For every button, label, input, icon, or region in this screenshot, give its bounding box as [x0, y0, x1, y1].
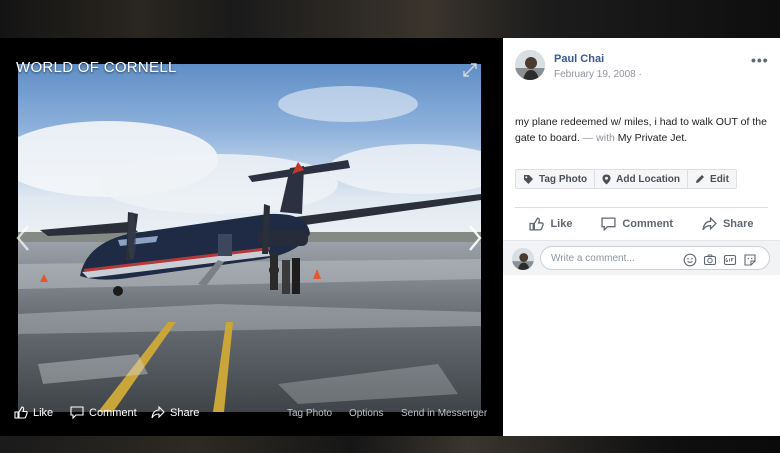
author-avatar[interactable]: [515, 50, 545, 80]
like-button[interactable]: Like: [529, 217, 572, 231]
share-arrow-icon: [702, 217, 717, 231]
camera-icon[interactable]: [703, 253, 717, 267]
speech-bubble-icon: [601, 217, 616, 231]
background-blur-top: [0, 0, 780, 38]
edit-button[interactable]: Edit: [688, 170, 736, 188]
share-arrow-icon: [151, 406, 165, 419]
speech-bubble-icon: [70, 406, 84, 419]
post-action-row: Like Comment Share: [515, 210, 768, 238]
sticker-icon[interactable]: [743, 253, 757, 267]
pencil-icon: [696, 175, 705, 183]
thumbs-up-icon: [14, 406, 28, 419]
divider-top: [515, 207, 768, 208]
with-prefix: — with: [579, 132, 618, 144]
share-label: Share: [722, 218, 754, 230]
post-date-text: February 19, 2008: [554, 69, 636, 80]
plane-photo-image: [18, 64, 481, 412]
send-in-messenger-link[interactable]: Send in Messenger: [401, 408, 487, 419]
photo-comment-button[interactable]: Comment: [70, 406, 137, 419]
commenter-avatar: [512, 248, 534, 270]
add-location-button[interactable]: Add Location: [595, 170, 689, 188]
chevron-left-icon[interactable]: [14, 224, 32, 252]
comment-tools: [683, 253, 757, 267]
share-button[interactable]: Share: [702, 217, 754, 231]
gif-icon[interactable]: [723, 253, 737, 267]
comment-button[interactable]: Comment: [601, 217, 673, 231]
tagged-user-link[interactable]: My Private Jet: [618, 132, 685, 144]
tag-photo-label: Tag Photo: [539, 173, 588, 185]
photo[interactable]: [18, 64, 481, 412]
photo-like-button[interactable]: Like: [14, 406, 53, 419]
smiley-icon[interactable]: [683, 253, 697, 267]
post-sidebar: Paul Chai February 19, 2008 · ••• my pla…: [503, 38, 780, 436]
author-name[interactable]: Paul Chai: [554, 53, 604, 65]
more-options-button[interactable]: •••: [751, 52, 769, 68]
photo-share-button[interactable]: Share: [151, 406, 199, 419]
album-title[interactable]: WORLD OF CORNELL: [16, 59, 177, 76]
photo-action-bar: Like Comment Share Tag Photo Options Sen…: [0, 400, 503, 424]
comment-label: Comment: [622, 218, 674, 230]
expand-icon[interactable]: [462, 62, 478, 78]
photo-share-label: Share: [170, 406, 200, 419]
thumbs-up-icon: [529, 217, 545, 231]
post-period: .: [684, 132, 688, 144]
photo-comment-label: Comment: [89, 406, 137, 419]
map-pin-icon: [602, 174, 611, 184]
post-date[interactable]: February 19, 2008 ·: [554, 69, 642, 80]
options-link[interactable]: Options: [349, 408, 383, 419]
background-blur-bottom: [0, 436, 780, 453]
privacy-separator: ·: [635, 69, 642, 80]
chevron-right-icon[interactable]: [466, 224, 484, 252]
like-label: Like: [550, 218, 573, 230]
photo-viewer: WORLD OF CORNELL Like Comment Share Tag …: [0, 38, 503, 436]
post-body: my plane redeemed w/ miles, i had to wal…: [515, 114, 770, 146]
photo-like-label: Like: [33, 406, 54, 419]
tag-photo-link[interactable]: Tag Photo: [287, 408, 332, 419]
tag-icon: [524, 174, 533, 184]
add-location-label: Add Location: [616, 173, 681, 185]
edit-label: Edit: [710, 173, 729, 185]
tag-photo-button[interactable]: Tag Photo: [516, 170, 596, 188]
comment-composer: [503, 240, 780, 275]
photo-tag-bar: Tag Photo Add Location Edit: [515, 169, 737, 189]
